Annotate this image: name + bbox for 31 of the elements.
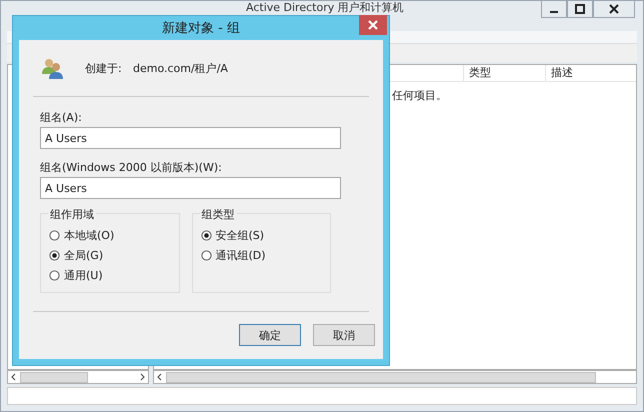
created-in-path: demo.com/租户/A <box>133 60 228 76</box>
minimize-icon[interactable] <box>541 1 567 18</box>
dialog-button[interactable]: 取消 <box>313 324 375 346</box>
input-field[interactable]: A Users <box>40 177 341 199</box>
column-header[interactable]: 类型 <box>463 65 545 81</box>
dialog-title: 新建对象 - 组 <box>162 20 240 37</box>
radio-button[interactable] <box>49 270 60 280</box>
group-title: 组类型 <box>200 207 236 222</box>
close-icon[interactable] <box>593 1 635 18</box>
radio-label[interactable]: 安全组(S) <box>216 228 264 242</box>
radio-button[interactable] <box>49 250 60 260</box>
radio-label[interactable]: 本地域(O) <box>64 228 114 242</box>
window-title: Active Directory 用户和计算机 <box>246 1 404 14</box>
radio-label[interactable]: 全局(G) <box>64 248 104 262</box>
horizontal-scrollbar[interactable] <box>153 370 637 384</box>
users-icon <box>41 56 65 80</box>
field-label: 组名(Windows 2000 以前版本)(W): <box>40 161 223 175</box>
group-title: 组作用域 <box>48 207 96 222</box>
radio-label[interactable]: 通讯组(D) <box>216 248 266 262</box>
dialog-button[interactable]: 确定 <box>239 324 301 346</box>
field-label: 组名(A): <box>40 111 83 125</box>
radio-button[interactable] <box>200 230 212 240</box>
empty-message: 任何项目。 <box>392 89 447 102</box>
maximize-icon[interactable] <box>567 1 593 18</box>
radio-label[interactable]: 通用(U) <box>64 268 103 282</box>
created-in-label: 创建于: <box>85 60 123 76</box>
column-header[interactable]: 描述 <box>545 65 627 81</box>
radio-button[interactable] <box>49 230 60 240</box>
horizontal-scrollbar[interactable] <box>7 370 149 384</box>
input-field[interactable]: A Users <box>40 127 341 149</box>
radio-button[interactable] <box>200 250 212 260</box>
